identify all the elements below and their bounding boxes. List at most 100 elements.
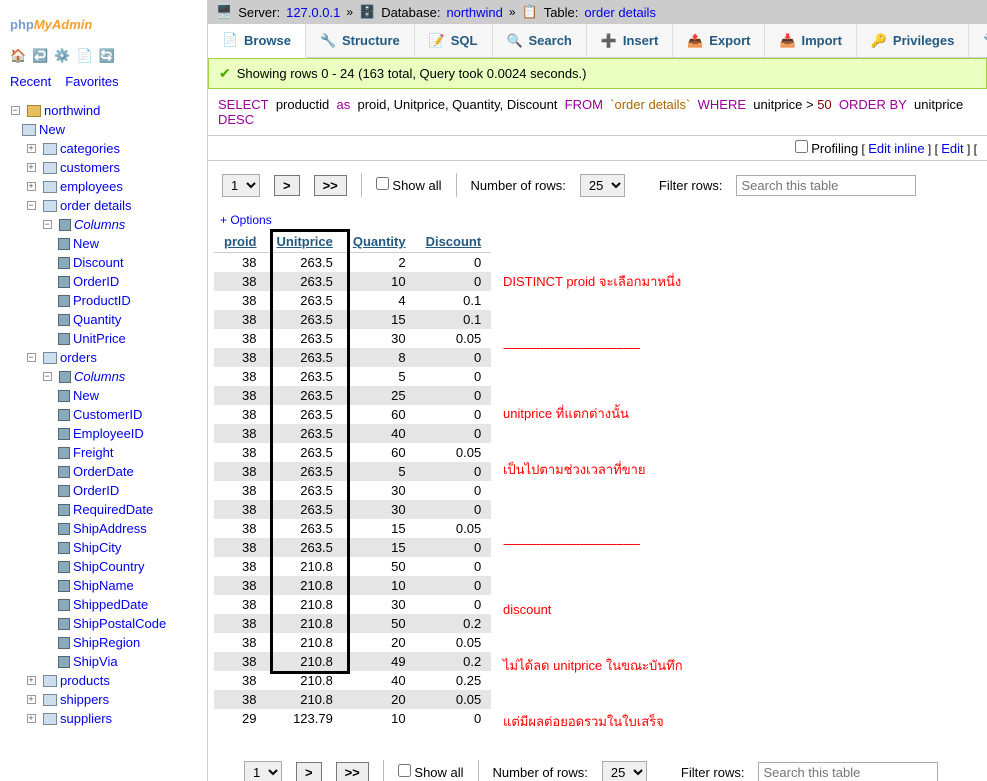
table-row[interactable]: 38210.8500 xyxy=(214,557,491,576)
last-button-bottom[interactable]: >> xyxy=(336,762,369,781)
table-row[interactable]: 38210.8500.2 xyxy=(214,614,491,633)
tree-column[interactable]: Quantity xyxy=(73,312,121,327)
expand-icon[interactable]: + xyxy=(27,182,36,191)
expand-icon[interactable]: + xyxy=(27,163,36,172)
expand-icon[interactable]: + xyxy=(27,676,36,685)
tree-column[interactable]: ShipCountry xyxy=(73,559,145,574)
tab-structure[interactable]: 🔧Structure xyxy=(306,24,415,57)
collapse-icon[interactable]: − xyxy=(43,220,52,229)
table-row[interactable]: 38263.550 xyxy=(214,367,491,386)
tab-search[interactable]: 🔍Search xyxy=(493,24,587,57)
tree-columns[interactable]: Columns xyxy=(74,369,125,384)
profiling-checkbox[interactable] xyxy=(795,140,808,153)
expand-icon[interactable]: + xyxy=(27,714,36,723)
table-row[interactable]: 38263.540.1 xyxy=(214,291,491,310)
column-header[interactable]: Unitprice xyxy=(277,234,333,249)
table-row[interactable]: 38263.5250 xyxy=(214,386,491,405)
table-row[interactable]: 38263.5100 xyxy=(214,272,491,291)
tree-column[interactable]: Discount xyxy=(73,255,124,270)
showall-checkbox-bottom[interactable] xyxy=(398,764,411,777)
expand-icon[interactable]: + xyxy=(27,695,36,704)
favorites-tab[interactable]: Favorites xyxy=(59,72,124,91)
home-icon[interactable]: 🏠 xyxy=(10,48,26,64)
table-row[interactable]: 38263.5150 xyxy=(214,538,491,557)
tree-table[interactable]: categories xyxy=(60,141,120,156)
options-link[interactable]: + Options xyxy=(214,209,987,231)
table-row[interactable]: 38210.8100 xyxy=(214,576,491,595)
table-row[interactable]: 38210.8200.05 xyxy=(214,633,491,652)
tree-column[interactable]: CustomerID xyxy=(73,407,142,422)
expand-icon[interactable]: + xyxy=(27,144,36,153)
tree-db[interactable]: northwind xyxy=(44,103,100,118)
edit-inline-link[interactable]: Edit inline xyxy=(868,141,924,156)
table-row[interactable]: 38263.5300 xyxy=(214,481,491,500)
table-row[interactable]: 38210.8400.25 xyxy=(214,671,491,690)
showall-checkbox[interactable] xyxy=(376,177,389,190)
database-link[interactable]: northwind xyxy=(446,5,502,20)
table-row[interactable]: 38263.550 xyxy=(214,462,491,481)
next-button-bottom[interactable]: > xyxy=(296,762,322,781)
table-row[interactable]: 29123.79100 xyxy=(214,709,491,728)
table-row[interactable]: 38263.5600.05 xyxy=(214,443,491,462)
tree-column[interactable]: ShipAddress xyxy=(73,521,147,536)
tree-column[interactable]: OrderDate xyxy=(73,464,134,479)
tree-table[interactable]: orders xyxy=(60,350,97,365)
tree-table[interactable]: products xyxy=(60,673,110,688)
tree-column[interactable]: ProductID xyxy=(73,293,131,308)
table-row[interactable]: 38263.5600 xyxy=(214,405,491,424)
collapse-icon[interactable]: − xyxy=(43,372,52,381)
tab-privileges[interactable]: 🔑Privileges xyxy=(857,24,969,57)
tree-column[interactable]: ShippedDate xyxy=(73,597,148,612)
docs-icon[interactable]: 📄 xyxy=(77,48,93,64)
settings-icon[interactable]: ⚙️ xyxy=(54,48,70,64)
edit-link[interactable]: Edit xyxy=(941,141,963,156)
tree-table[interactable]: customers xyxy=(60,160,120,175)
tab-sql[interactable]: 📝SQL xyxy=(415,24,493,57)
collapse-icon[interactable]: − xyxy=(27,353,36,362)
table-row[interactable]: 38263.5400 xyxy=(214,424,491,443)
tree-column[interactable]: New xyxy=(73,236,99,251)
rows-select[interactable]: 25 xyxy=(580,174,625,197)
table-row[interactable]: 38263.5150.05 xyxy=(214,519,491,538)
tree-column[interactable]: OrderID xyxy=(73,483,119,498)
tree-column[interactable]: UnitPrice xyxy=(73,331,126,346)
tree-column[interactable]: OrderID xyxy=(73,274,119,289)
tree-column[interactable]: Freight xyxy=(73,445,113,460)
tab-export[interactable]: 📤Export xyxy=(673,24,765,57)
page-select[interactable]: 1 xyxy=(222,174,260,197)
table-row[interactable]: 38210.8200.05 xyxy=(214,690,491,709)
tree-column[interactable]: New xyxy=(73,388,99,403)
next-button[interactable]: > xyxy=(274,175,300,196)
filter-input-bottom[interactable] xyxy=(758,762,938,781)
table-row[interactable]: 38210.8300 xyxy=(214,595,491,614)
tab-import[interactable]: 📥Import xyxy=(765,24,856,57)
table-row[interactable]: 38263.520 xyxy=(214,253,491,273)
page-select-bottom[interactable]: 1 xyxy=(244,761,282,781)
column-header[interactable]: Quantity xyxy=(353,234,406,249)
table-row[interactable]: 38210.8490.2 xyxy=(214,652,491,671)
tree-column[interactable]: ShipPostalCode xyxy=(73,616,166,631)
tree-column[interactable]: EmployeeID xyxy=(73,426,144,441)
tree-column[interactable]: ShipName xyxy=(73,578,134,593)
server-link[interactable]: 127.0.0.1 xyxy=(286,5,340,20)
tree-column[interactable]: ShipRegion xyxy=(73,635,140,650)
tree-table[interactable]: order details xyxy=(60,198,132,213)
tree-column[interactable]: ShipCity xyxy=(73,540,121,555)
table-row[interactable]: 38263.5150.1 xyxy=(214,310,491,329)
collapse-icon[interactable]: − xyxy=(11,106,20,115)
tree-table[interactable]: suppliers xyxy=(60,711,112,726)
collapse-icon[interactable]: − xyxy=(27,201,36,210)
recent-tab[interactable]: Recent xyxy=(4,72,57,91)
tree-table[interactable]: employees xyxy=(60,179,123,194)
tab-more[interactable]: 🔧 xyxy=(969,24,987,57)
column-header[interactable]: proid xyxy=(224,234,257,249)
last-button[interactable]: >> xyxy=(314,175,347,196)
tab-insert[interactable]: ➕Insert xyxy=(587,24,673,57)
table-row[interactable]: 38263.5300 xyxy=(214,500,491,519)
table-row[interactable]: 38263.5300.05 xyxy=(214,329,491,348)
filter-input[interactable] xyxy=(736,175,916,196)
tree-columns[interactable]: Columns xyxy=(74,217,125,232)
reload-icon[interactable]: 🔄 xyxy=(99,48,115,64)
tree-column[interactable]: RequiredDate xyxy=(73,502,153,517)
tree-column[interactable]: ShipVia xyxy=(73,654,118,669)
